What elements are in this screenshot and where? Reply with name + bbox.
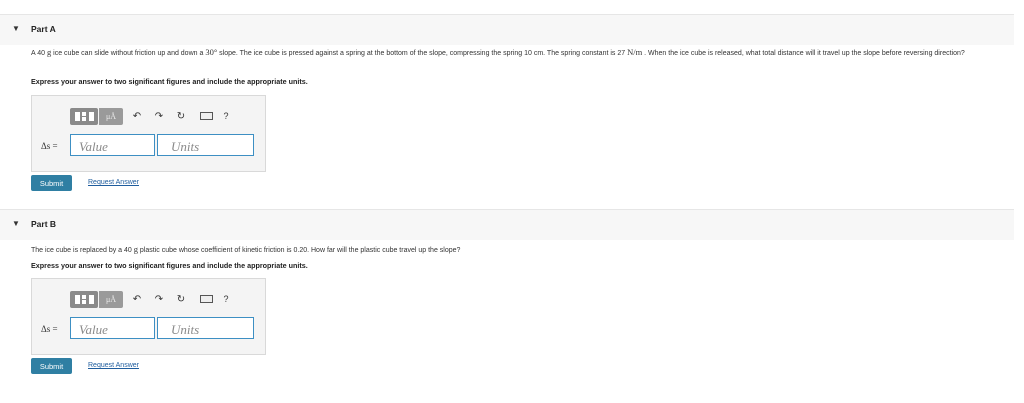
delta-s-label: Δs = [41,141,58,151]
templates-icon[interactable] [70,290,98,308]
submit-button[interactable]: Submit [31,175,72,191]
units-input[interactable] [157,317,254,339]
part-a-title: Part A [31,24,56,34]
help-icon[interactable]: ? [219,108,233,125]
value-input[interactable] [70,134,155,156]
keyboard-icon[interactable] [199,108,213,125]
submit-button[interactable]: Submit [31,358,72,374]
math-toolbar: μÅ ↶ ↷ ↻ ? [70,107,233,125]
delta-s-label: Δs = [41,324,58,334]
part-b-question: The ice cube is replaced by a 40 g plast… [31,244,1006,256]
math-toolbar: μÅ ↶ ↷ ↻ ? [70,290,233,308]
question-text: slope. The ice cube is pressed against a… [217,50,628,57]
redo-icon[interactable]: ↷ [151,291,167,308]
spring-unit: N/m [627,47,643,57]
reset-icon[interactable]: ↻ [173,108,189,125]
caret-down-icon[interactable]: ▼ [12,219,20,229]
angle-value: 30° [205,47,218,57]
part-b-instruction: Express your answer to two significant f… [31,261,308,270]
part-b-header[interactable]: ▼ Part B [0,209,1014,240]
help-icon[interactable]: ? [219,291,233,308]
undo-icon[interactable]: ↶ [129,108,145,125]
part-a-answer-box: μÅ ↶ ↷ ↻ ? Δs = [31,95,266,172]
reset-icon[interactable]: ↻ [173,291,189,308]
part-b-answer-box: μÅ ↶ ↷ ↻ ? Δs = [31,278,266,355]
undo-icon[interactable]: ↶ [129,291,145,308]
units-symbol-button[interactable]: μÅ [99,107,123,125]
request-answer-link[interactable]: Request Answer [88,362,139,369]
question-text: The ice cube is replaced by a 40 [31,247,134,254]
redo-icon[interactable]: ↷ [151,108,167,125]
part-a-header[interactable]: ▼ Part A [0,14,1014,45]
part-b-title: Part B [31,219,57,229]
units-input[interactable] [157,134,254,156]
caret-down-icon[interactable]: ▼ [12,24,20,34]
keyboard-icon[interactable] [199,291,213,308]
question-text: . When the ice cube is released, what to… [642,50,965,57]
units-symbol-button[interactable]: μÅ [99,290,123,308]
part-a-question: A 40 g ice cube can slide without fricti… [31,47,1006,59]
question-text: ice cube can slide without friction up a… [51,50,206,57]
question-text: A 40 [31,50,47,57]
request-answer-link[interactable]: Request Answer [88,179,139,186]
templates-icon[interactable] [70,107,98,125]
value-input[interactable] [70,317,155,339]
question-text: plastic cube whose coefficient of kineti… [137,247,461,254]
part-a-instruction: Express your answer to two significant f… [31,77,308,86]
